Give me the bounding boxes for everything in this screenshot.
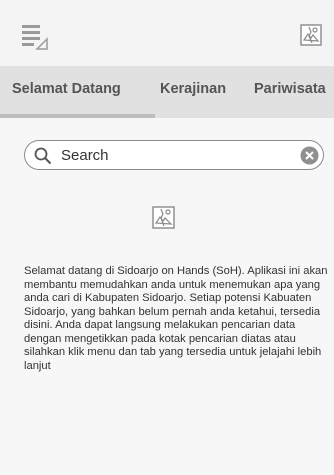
active-tab-indicator [0, 114, 155, 118]
clear-icon[interactable] [300, 146, 319, 165]
search-bar [24, 140, 324, 170]
tab-pariwisata[interactable]: Pariwisata [254, 81, 326, 97]
search-icon [34, 147, 52, 165]
broken-image-icon [300, 24, 322, 46]
tab-bar: Selamat Datang Kerajinan Pariwisata [0, 66, 334, 118]
app-screen: Selamat Datang Kerajinan Pariwisata Sear… [0, 0, 334, 475]
search-input[interactable] [61, 144, 281, 166]
broken-image-icon [152, 206, 175, 229]
tab-selamat-datang[interactable]: Selamat Datang [12, 81, 121, 97]
menu-list-icon[interactable] [22, 24, 52, 50]
tab-kerajinan[interactable]: Kerajinan [160, 81, 226, 97]
welcome-text: Selamat datang di Sidoarjo on Hands (SoH… [24, 265, 328, 372]
top-bar [0, 0, 334, 66]
